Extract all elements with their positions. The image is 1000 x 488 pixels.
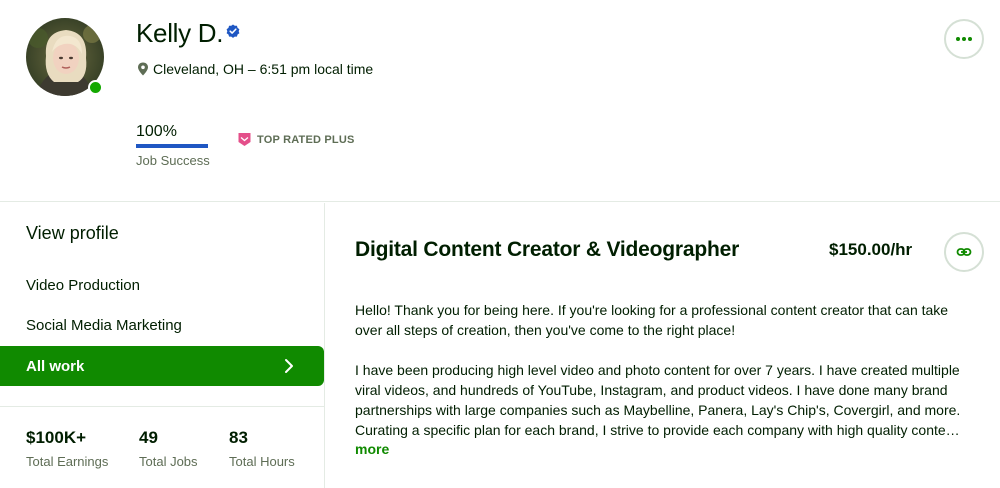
stat-label: Total Hours: [229, 454, 295, 469]
show-more-link[interactable]: more: [355, 441, 389, 457]
description-line: over all steps of creation, then you've …: [355, 322, 736, 338]
online-status-dot: [88, 80, 103, 95]
location-text: Cleveland, OH – 6:51 pm local time: [153, 61, 374, 77]
profile-description: Hello! Thank you for being here. If you'…: [355, 300, 983, 440]
stat-label: Total Earnings: [26, 454, 109, 469]
name-row: Kelly D.: [136, 18, 240, 49]
job-success-value: 100%: [136, 123, 177, 140]
sidebar-item-video-production[interactable]: Video Production: [26, 277, 140, 294]
freelancer-name: Kelly D.: [136, 18, 224, 48]
stat-total-earnings: $100K+ Total Earnings: [26, 428, 108, 469]
top-rated-plus-icon: [238, 133, 251, 146]
stat-total-hours: 83 Total Hours: [229, 428, 295, 469]
sidebar-item-label: All work: [26, 357, 85, 375]
description-line: Curating a specific plan for each brand,…: [355, 422, 960, 438]
verified-badge-icon: [226, 23, 240, 38]
profile-title: Digital Content Creator & Videographer: [355, 238, 740, 261]
link-icon: [956, 248, 972, 256]
description-line: partnerships with large companies such a…: [355, 402, 961, 418]
stat-value: 49: [139, 428, 158, 447]
stat-total-jobs: 49 Total Jobs: [139, 428, 198, 469]
more-options-button[interactable]: [944, 19, 984, 59]
description-paragraph: I have been producing high level video a…: [355, 360, 983, 440]
avatar[interactable]: [26, 18, 104, 96]
description-paragraph: Hello! Thank you for being here. If you'…: [355, 300, 983, 340]
sidebar-item-social-media-marketing[interactable]: Social Media Marketing: [26, 317, 182, 334]
location-row: Cleveland, OH – 6:51 pm local time: [137, 61, 373, 77]
top-rated-plus-badge[interactable]: TOP RATED PLUS: [238, 132, 355, 147]
hourly-rate: $150.00/hr: [829, 240, 913, 259]
profile-overview: Digital Content Creator & Videographer $…: [326, 203, 1000, 488]
badge-label: TOP RATED PLUS: [257, 133, 355, 146]
description-line: viral videos, and hundreds of YouTube, I…: [355, 382, 948, 398]
job-success-score[interactable]: 100% Job Success: [136, 123, 210, 168]
map-pin-icon: [138, 62, 148, 76]
stat-value: $100K+: [26, 428, 87, 447]
sidebar-divider: [0, 406, 324, 407]
sidebar-item-all-work[interactable]: All work: [0, 346, 324, 386]
stat-label: Total Jobs: [139, 454, 198, 469]
description-line: Hello! Thank you for being here. If you'…: [355, 302, 949, 318]
view-profile-heading: View profile: [26, 223, 119, 243]
more-horizontal-icon: [956, 37, 972, 41]
job-success-label: Job Success: [136, 153, 210, 168]
chevron-right-icon: [285, 359, 293, 373]
copy-link-button[interactable]: [944, 232, 984, 272]
description-line: I have been producing high level video a…: [355, 362, 960, 378]
profile-header: Kelly D. Cleveland, OH – 6:51 pm local t…: [0, 0, 1000, 202]
job-success-bar: [136, 144, 208, 148]
profile-sidebar: View profile Video Production Social Med…: [0, 203, 325, 488]
stat-value: 83: [229, 428, 248, 447]
